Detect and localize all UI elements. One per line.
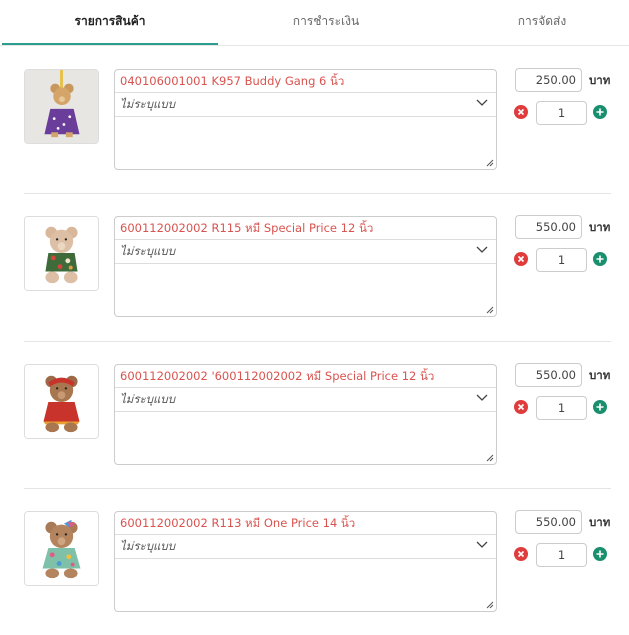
item-divider: [24, 341, 611, 342]
plus-icon: [596, 108, 604, 116]
resize-handle-icon[interactable]: [485, 453, 494, 462]
tab-shipping[interactable]: การจัดส่ง: [434, 0, 629, 45]
cart-item: 600112002002 R113 หมี One Price 14 นิ้ว …: [0, 488, 629, 635]
teddy-bear-purple-dress-icon: [24, 69, 99, 144]
price-input[interactable]: 250.00: [515, 68, 582, 92]
product-title: 040106001001 K957 Buddy Gang 6 นิ้ว: [120, 74, 345, 88]
increase-quantity-button[interactable]: [593, 105, 607, 119]
increase-quantity-button[interactable]: [593, 400, 607, 414]
active-tab-indicator: [2, 43, 218, 45]
close-icon: [517, 108, 525, 116]
note-textarea[interactable]: [115, 117, 496, 169]
resize-handle-icon[interactable]: [485, 158, 494, 167]
plus-icon: [596, 550, 604, 558]
quantity-input[interactable]: 1: [536, 396, 587, 420]
product-description-box: 600112002002 '600112002002 หมี Special P…: [114, 364, 497, 465]
close-icon: [517, 550, 525, 558]
product-description-box: 600112002002 R115 หมี Special Price 12 น…: [114, 216, 497, 317]
close-icon: [517, 403, 525, 411]
quantity-input[interactable]: 1: [536, 248, 587, 272]
remove-button[interactable]: [514, 105, 528, 119]
chevron-down-icon: [476, 394, 488, 401]
resize-handle-icon[interactable]: [485, 305, 494, 314]
price-input[interactable]: 550.00: [515, 363, 582, 387]
variant-value: ไม่ระบุแบบ: [120, 539, 176, 553]
variant-value: ไม่ระบุแบบ: [120, 392, 176, 406]
remove-button[interactable]: [514, 547, 528, 561]
note-textarea[interactable]: [115, 264, 496, 316]
item-divider: [24, 193, 611, 194]
resize-handle-icon[interactable]: [485, 600, 494, 609]
teddy-bear-floral-shirt-icon: [24, 216, 99, 291]
product-description-box: 600112002002 R113 หมี One Price 14 นิ้ว …: [114, 511, 497, 612]
product-title: 600112002002 R115 หมี Special Price 12 น…: [120, 221, 374, 235]
product-title: 600112002002 '600112002002 หมี Special P…: [120, 369, 435, 383]
increase-quantity-button[interactable]: [593, 547, 607, 561]
currency-label: บาท: [589, 368, 611, 382]
variant-value: ไม่ระบุแบบ: [120, 97, 176, 111]
tab-bar: รายการสินค้า การชำระเงิน การจัดส่ง: [0, 0, 629, 46]
currency-label: บาท: [589, 220, 611, 234]
tab-payment[interactable]: การชำระเงิน: [218, 0, 434, 45]
variant-select[interactable]: ไม่ระบุแบบ: [115, 388, 496, 411]
variant-select[interactable]: ไม่ระบุแบบ: [115, 93, 496, 116]
increase-quantity-button[interactable]: [593, 252, 607, 266]
quantity-input[interactable]: 1: [536, 101, 587, 125]
plus-icon: [596, 403, 604, 411]
note-textarea[interactable]: [115, 559, 496, 611]
plus-icon: [596, 255, 604, 263]
tab-product-list[interactable]: รายการสินค้า: [2, 0, 218, 45]
variant-select[interactable]: ไม่ระบุแบบ: [115, 535, 496, 558]
variant-select[interactable]: ไม่ระบุแบบ: [115, 240, 496, 263]
price-input[interactable]: 550.00: [515, 215, 582, 239]
currency-label: บาท: [589, 515, 611, 529]
note-textarea[interactable]: [115, 412, 496, 464]
chevron-down-icon: [476, 99, 488, 106]
remove-button[interactable]: [514, 400, 528, 414]
price-input[interactable]: 550.00: [515, 510, 582, 534]
product-description-box: 040106001001 K957 Buddy Gang 6 นิ้ว ไม่ร…: [114, 69, 497, 170]
cart-item: 600112002002 '600112002002 หมี Special P…: [0, 341, 629, 489]
remove-button[interactable]: [514, 252, 528, 266]
cart-item: 040106001001 K957 Buddy Gang 6 นิ้ว ไม่ร…: [0, 46, 629, 194]
teddy-bear-colorful-dress-icon: [24, 511, 99, 586]
quantity-input[interactable]: 1: [536, 543, 587, 567]
currency-label: บาท: [589, 73, 611, 87]
item-divider: [24, 488, 611, 489]
cart-item: 600112002002 R115 หมี Special Price 12 น…: [0, 193, 629, 341]
product-title: 600112002002 R113 หมี One Price 14 นิ้ว: [120, 516, 356, 530]
chevron-down-icon: [476, 246, 488, 253]
chevron-down-icon: [476, 541, 488, 548]
teddy-bear-red-dress-icon: [24, 364, 99, 439]
close-icon: [517, 255, 525, 263]
variant-value: ไม่ระบุแบบ: [120, 244, 176, 258]
